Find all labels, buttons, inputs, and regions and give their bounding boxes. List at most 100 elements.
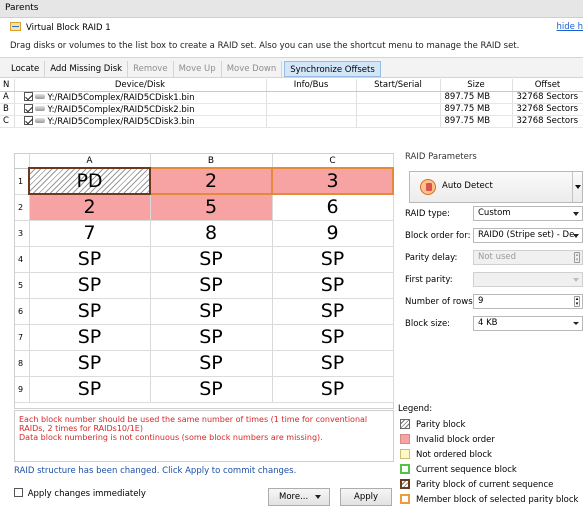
auto-detect-button[interactable]: Auto Detect <box>409 171 583 203</box>
chevron-down-icon <box>573 234 579 238</box>
grid-cell[interactable]: SP <box>272 324 394 351</box>
grid-cell[interactable]: 8 <box>150 220 273 247</box>
raid-type-label: RAID type: <box>405 209 450 219</box>
grid-cell[interactable]: PD <box>28 167 151 195</box>
disk-icon <box>34 93 45 99</box>
grid-cell[interactable]: SP <box>150 350 273 377</box>
legend-label: Member block of selected parity block <box>416 495 579 505</box>
grid-col-c: C <box>272 154 394 169</box>
grid-cell[interactable]: 2 <box>149 167 273 195</box>
grid-cell[interactable]: SP <box>29 272 151 299</box>
grid-row-number: 2 <box>15 194 30 221</box>
raid-grid-panel: A B C 1 PD 2 3 2 2 5 6 3 7 8 9 4 SP SP SP 5 SP SP SP 6 SP SP SP… <box>14 153 394 409</box>
col-header-device[interactable]: Device/Disk <box>14 79 267 92</box>
move-down-button[interactable]: Move Down <box>222 60 283 77</box>
parity-delay-spinner[interactable]: Not used ▴ ▾ <box>473 250 583 265</box>
raid-parameters-title: RAID Parameters <box>405 152 477 162</box>
grid-cell[interactable]: SP <box>29 324 151 351</box>
grid-cell[interactable]: 3 <box>271 167 394 195</box>
grid-cell[interactable]: SP <box>150 324 273 351</box>
start-serial-cell <box>356 91 441 104</box>
first-parity-select[interactable] <box>473 272 583 287</box>
rows-spinner[interactable]: 9 ▴ ▾ <box>473 294 583 309</box>
grid-corner <box>15 154 30 169</box>
col-header-offset[interactable]: Offset <box>512 79 583 92</box>
grid-cell[interactable]: 2 <box>29 194 151 221</box>
remove-button[interactable]: Remove <box>128 60 174 77</box>
legend-title: Legend: <box>398 404 433 414</box>
table-row[interactable]: C Y:/RAID5Complex/RAID5CDisk3.bin 897.75… <box>0 115 583 128</box>
apply-button[interactable]: Apply <box>340 488 392 506</box>
table-row[interactable]: B Y:/RAID5Complex/RAID5CDisk2.bin 897.75… <box>0 103 583 116</box>
table-row[interactable]: A Y:/RAID5Complex/RAID5CDisk1.bin 897.75… <box>0 91 583 104</box>
block-size-select[interactable]: 4 KB <box>473 316 583 331</box>
status-text: RAID structure has been changed. Click A… <box>14 466 297 476</box>
grid-cell[interactable]: SP <box>272 298 394 325</box>
legend-item: Parity block <box>400 419 465 430</box>
grid-row-number: 8 <box>15 350 30 377</box>
col-header-start[interactable]: Start/Serial <box>356 79 441 92</box>
grid-cell[interactable]: 6 <box>272 194 394 221</box>
hint-text: Drag disks or volumes to the list box to… <box>10 41 520 51</box>
legend-item: Member block of selected parity block <box>400 494 578 505</box>
col-header-size[interactable]: Size <box>440 79 513 92</box>
grid-cell[interactable]: 5 <box>150 194 273 221</box>
block-order-select[interactable]: RAID0 (Stripe set) - De <box>473 228 583 243</box>
grid-cell[interactable]: SP <box>150 272 273 299</box>
chevron-down-icon <box>315 495 321 499</box>
grid-cell[interactable]: SP <box>29 350 151 377</box>
grid-cell[interactable]: SP <box>272 350 394 377</box>
hide-link[interactable]: hide h <box>557 22 583 32</box>
col-header-n[interactable]: N <box>0 79 15 92</box>
offset-cell: 32768 Sectors <box>512 115 583 128</box>
size-cell: 897.75 MB <box>440 91 513 104</box>
grid-cell[interactable]: 7 <box>29 220 151 247</box>
add-missing-disk-button[interactable]: Add Missing Disk <box>45 60 129 77</box>
device-path: Y:/RAID5Complex/RAID5CDisk2.bin <box>47 104 195 115</box>
grid-row-number: 6 <box>15 298 30 325</box>
legend-label: Parity block <box>416 420 466 430</box>
device-cell: Y:/RAID5Complex/RAID5CDisk3.bin <box>14 115 267 128</box>
grid-row: 6 SP SP SP <box>15 298 394 325</box>
raid-grid: A B C 1 PD 2 3 2 2 5 6 3 7 8 9 4 SP SP SP 5 SP SP SP 6 SP SP SP… <box>15 154 394 403</box>
spinner-icon: ▴ ▾ <box>574 296 580 307</box>
legend-item: Invalid block order <box>400 434 495 445</box>
grid-cell[interactable]: SP <box>150 376 273 403</box>
block-size-value: 4 KB <box>478 318 498 328</box>
raid-type-select[interactable]: Custom <box>473 206 583 221</box>
grid-header: A B C <box>15 154 394 169</box>
move-up-button[interactable]: Move Up <box>174 60 222 77</box>
grid-cell[interactable]: SP <box>150 298 273 325</box>
grid-cell[interactable]: SP <box>29 376 151 403</box>
grid-cell[interactable]: SP <box>29 298 151 325</box>
invalid-swatch <box>400 434 410 444</box>
apply-immediately-label: Apply changes immediately <box>27 489 146 499</box>
start-serial-cell <box>356 115 441 128</box>
synchronize-offsets-button[interactable]: Synchronize Offsets <box>284 60 381 77</box>
grid-col-b: B <box>150 154 273 169</box>
disk-checkbox[interactable] <box>23 103 33 113</box>
locate-button[interactable]: Locate <box>6 60 46 77</box>
raid-icon <box>10 22 21 31</box>
grid-cell[interactable]: SP <box>272 376 394 403</box>
info-bus-cell <box>266 115 357 128</box>
grid-cell[interactable]: SP <box>150 246 273 273</box>
more-button[interactable]: More... <box>268 488 330 506</box>
chevron-down-icon <box>573 212 579 216</box>
grid-row-number: 4 <box>15 246 30 273</box>
disk-checkbox[interactable] <box>23 91 33 101</box>
auto-detect-dropdown-icon[interactable] <box>572 172 582 202</box>
apply-immediately-checkbox[interactable] <box>14 488 23 497</box>
grid-cell[interactable]: 9 <box>272 220 394 247</box>
not-ordered-swatch <box>400 449 410 459</box>
col-header-info[interactable]: Info/Bus <box>266 79 357 92</box>
grid-cell[interactable]: SP <box>29 246 151 273</box>
grid-row-number: 3 <box>15 220 30 247</box>
block-order-label: Block order for: <box>405 231 471 241</box>
info-bus-cell <box>266 91 357 104</box>
offset-cell: 32768 Sectors <box>512 103 583 116</box>
grid-cell[interactable]: SP <box>272 272 394 299</box>
grid-cell[interactable]: SP <box>272 246 394 273</box>
disk-checkbox[interactable] <box>23 115 33 125</box>
device-table-header: N Device/Disk Info/Bus Start/Serial Size… <box>0 79 583 92</box>
